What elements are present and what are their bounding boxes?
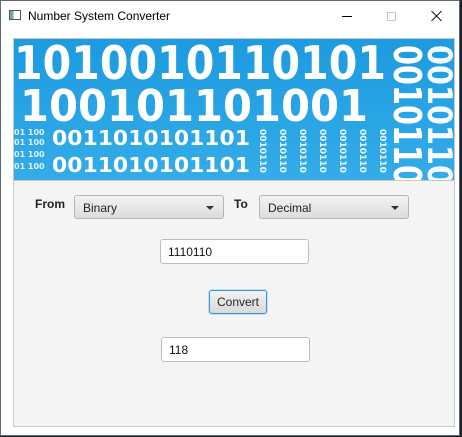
input-number-field[interactable]: 1110110 xyxy=(160,239,309,264)
banner-row-2: 100101101001 xyxy=(20,81,368,132)
convert-button[interactable]: Convert xyxy=(209,290,267,314)
chevron-down-icon xyxy=(206,206,214,210)
binary-banner-image: 1010010110101 100101101001 01 100 01 100… xyxy=(14,39,454,180)
to-system-dropdown[interactable]: Decimal xyxy=(259,195,409,219)
banner-vertical-3: 0010110 xyxy=(297,129,307,173)
banner-row-3: 0011010101101 xyxy=(52,126,250,150)
banner-side-left: 01 100 xyxy=(14,128,45,137)
banner-side-left-2: 01 100 xyxy=(14,138,45,147)
from-label: From xyxy=(35,197,65,211)
output-number-field[interactable]: 118 xyxy=(161,337,310,362)
banner-vertical-4: 0010110 xyxy=(317,129,327,173)
title-bar[interactable]: Number System Converter xyxy=(1,1,459,31)
banner-vertical-1: 0010110 xyxy=(257,129,267,173)
banner-vertical-big-2: 0010110 xyxy=(419,45,454,180)
banner-vertical-6: 0010110 xyxy=(357,129,367,173)
banner-side-left-4: 01 100 xyxy=(14,162,45,171)
maximize-button[interactable] xyxy=(369,1,414,31)
banner-side-left-3: 01 100 xyxy=(14,150,45,159)
to-label: To xyxy=(234,197,248,211)
from-system-value: Binary xyxy=(83,201,118,215)
minimize-icon xyxy=(341,15,352,17)
banner-vertical-5: 0010110 xyxy=(337,129,347,173)
maximize-icon xyxy=(387,11,396,21)
banner-vertical-2: 0010110 xyxy=(277,129,287,173)
close-button[interactable] xyxy=(414,1,459,31)
chevron-down-icon xyxy=(391,206,399,210)
banner-row-4: 0011010101101 xyxy=(52,153,250,177)
window-title: Number System Converter xyxy=(28,9,171,23)
close-icon xyxy=(431,10,443,22)
main-panel: 1010010110101 100101101001 01 100 01 100… xyxy=(13,38,455,427)
from-system-dropdown[interactable]: Binary xyxy=(74,195,224,219)
banner-divider xyxy=(14,180,454,181)
app-window-icon xyxy=(9,10,21,20)
minimize-button[interactable] xyxy=(324,1,369,31)
app-window: Number System Converter 1010010110101 10… xyxy=(0,0,460,436)
to-system-value: Decimal xyxy=(268,201,312,215)
